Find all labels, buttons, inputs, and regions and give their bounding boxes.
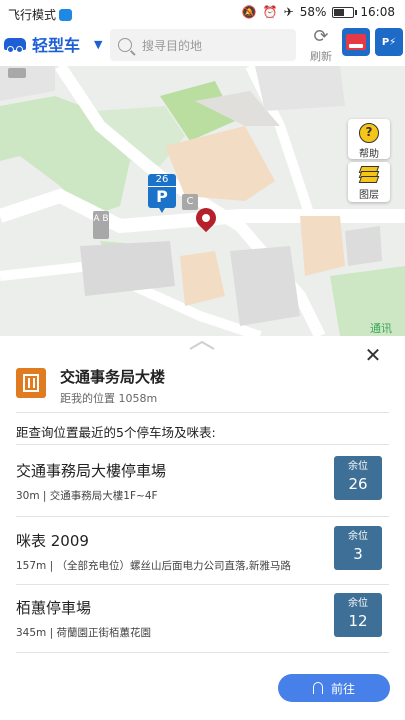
parking-lot-row[interactable]: 咪表 2009 157m | （全部充电位）螺丝山后面电力公司直落,新雅马路 余… (0, 520, 405, 584)
divider (16, 444, 389, 445)
map-background (0, 66, 405, 336)
battery-level (334, 8, 345, 16)
chevron-up-icon[interactable] (188, 340, 216, 350)
lot-name: 咪表 2009 (16, 532, 89, 550)
toolbar: 轻型车 ▼ 搜寻目的地 ⟳ 刷新 P⚡ (0, 26, 405, 66)
mute-icon: 🔕 (241, 5, 257, 19)
parking-lot-row[interactable]: 栢蕙停車場 345m | 荷蘭園正街栢蕙花園 余位 12 (0, 587, 405, 651)
battery-icon (332, 6, 358, 18)
poi-distance: 距我的位置 1058m (60, 392, 158, 405)
alarm-icon: ⏰ (262, 5, 278, 19)
go-label: 前往 (330, 681, 355, 696)
go-button[interactable]: 前往 (278, 674, 390, 702)
status-bar: 飞行模式 🔕 ⏰ ✈ 58% 16:08 (0, 0, 405, 26)
vehicle-type-select[interactable]: 轻型车 ▼ (4, 30, 102, 58)
building-icon (16, 368, 46, 398)
lot-detail: 345m | 荷蘭園正街栢蕙花園 (16, 627, 151, 639)
lot-name: 栢蕙停車場 (16, 599, 92, 617)
badge-value: 3 (353, 545, 363, 563)
layers-icon (358, 166, 380, 184)
status-left: 飞行模式 (8, 6, 73, 23)
map-small-marker (8, 68, 26, 78)
help-button[interactable]: ? 帮助 (348, 119, 390, 160)
parking-meter-icon: P⚡ (381, 36, 397, 48)
building-label-ab: A B (93, 211, 109, 239)
battery-percent: 58% (299, 5, 327, 19)
vehicle-type-label: 轻型车 (32, 36, 81, 55)
refresh-icon: ⟳ (313, 26, 329, 47)
details-sheet: ✕ 交通事务局大楼 距我的位置 1058m 距查询位置最近的5个停车场及咪表: … (0, 336, 405, 720)
badge-label: 余位 (348, 598, 368, 609)
caret-down-icon: ▼ (94, 37, 103, 51)
parking-lot-icon (346, 34, 366, 50)
parking-meter-button[interactable]: P⚡ (375, 28, 403, 56)
badge-label: 余位 (348, 531, 368, 542)
refresh-label: 刷新 (310, 50, 332, 63)
parking-marker-count: 26 (148, 174, 176, 187)
route-icon (312, 682, 323, 694)
close-icon[interactable]: ✕ (364, 345, 382, 365)
parking-lot-row[interactable]: 交通事務局大樓停車場 30m | 交通事務局大樓1F~4F 余位 26 (0, 450, 405, 514)
parking-marker[interactable]: 26 P (148, 174, 176, 213)
lot-detail: 30m | 交通事務局大樓1F~4F (16, 490, 158, 502)
help-icon: ? (359, 123, 379, 143)
divider (16, 652, 389, 653)
parking-marker-letter: P (156, 187, 168, 206)
help-label: 帮助 (359, 149, 379, 160)
badge-label: 余位 (348, 461, 368, 472)
airplane-icon: ✈ (283, 5, 294, 19)
divider (16, 516, 389, 517)
nearest-header: 距查询位置最近的5个停车场及咪表: (16, 425, 216, 440)
building-label-c: C (182, 194, 198, 210)
search-icon (118, 38, 132, 52)
map-place-label: 通讯 (370, 322, 392, 335)
layers-button[interactable]: 图层 (348, 162, 390, 202)
refresh-button[interactable]: ⟳ 刷新 (306, 26, 336, 64)
divider (16, 412, 389, 413)
divider (16, 584, 389, 585)
status-right: 🔕 ⏰ ✈ 58% 16:08 (242, 5, 395, 19)
search-input[interactable]: 搜寻目的地 (110, 29, 296, 61)
map-view[interactable]: ? 帮助 图层 26 P C A B 通讯 (0, 66, 405, 336)
available-spaces-badge: 余位 12 (334, 593, 382, 637)
parking-mode-button[interactable] (342, 28, 370, 56)
layers-label: 图层 (359, 190, 379, 201)
airplane-mode-label: 飞行模式 (8, 8, 57, 22)
search-placeholder: 搜寻目的地 (142, 38, 203, 53)
car-icon (4, 38, 26, 53)
lot-detail: 157m | （全部充电位）螺丝山后面电力公司直落,新雅马路 (16, 560, 291, 572)
message-icon (59, 8, 73, 21)
poi-title: 交通事务局大楼 (60, 368, 166, 386)
lot-name: 交通事務局大樓停車場 (16, 462, 167, 480)
clock: 16:08 (360, 5, 395, 19)
badge-value: 26 (348, 475, 368, 493)
badge-value: 12 (348, 612, 368, 630)
available-spaces-badge: 余位 3 (334, 526, 382, 570)
available-spaces-badge: 余位 26 (334, 456, 382, 500)
